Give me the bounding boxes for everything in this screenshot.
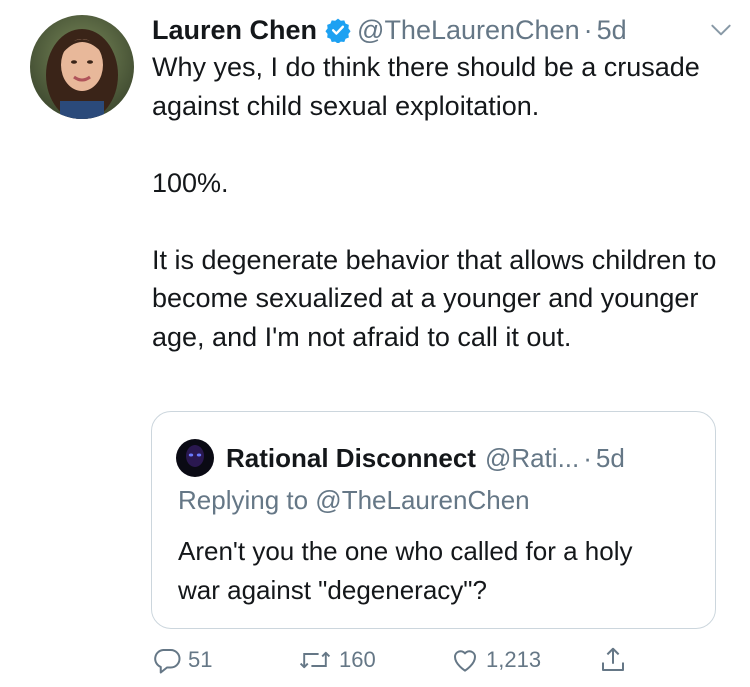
quoted-author-avatar [176,439,214,477]
retweet-button[interactable]: 160 [297,640,376,680]
replying-to-line: Replying to @TheLaurenChen [178,485,530,515]
author-avatar[interactable] [30,15,134,119]
quoted-time: 5d [595,442,625,473]
reply-icon [152,645,182,675]
author-name[interactable]: Lauren Chen [152,15,317,46]
quoted-handle: @Rati... [484,442,580,473]
chevron-down-icon[interactable] [708,17,734,43]
tweet-text: Why yes, I do think there should be a cr… [152,48,732,356]
verified-badge-icon [325,17,351,43]
retweet-count: 160 [339,647,376,672]
like-icon [450,645,480,675]
share-button[interactable] [598,640,628,680]
meta-separator: · [583,14,593,45]
tweet-header: Lauren Chen @TheLaurenChen · 5d [152,12,734,48]
tweet-time[interactable]: 5d [597,15,627,46]
reply-button[interactable]: 51 [152,640,212,680]
share-icon [598,645,628,675]
tweet-paragraph: Why yes, I do think there should be a cr… [152,52,700,121]
like-count: 1,213 [486,647,542,672]
quoted-author-name: Rational Disconnect [226,442,476,473]
quoted-tweet[interactable]: Rational Disconnect @Rati... · 5d Replyi… [151,411,716,629]
reply-count: 51 [188,647,213,672]
retweet-icon [297,645,333,675]
tweet-paragraph: 100%. [152,167,229,198]
author-handle[interactable]: @TheLaurenChen [357,15,580,46]
quoted-text: Aren't you the one who called for a holy… [178,536,633,605]
quoted-separator: · [583,442,592,473]
quoted-header: Rational Disconnect @Rati... · 5d [226,439,625,477]
tweet-paragraph: It is degenerate behavior that allows ch… [152,244,717,352]
like-button[interactable]: 1,213 [450,640,541,680]
action-bar: 51 160 1,213 [152,640,652,680]
